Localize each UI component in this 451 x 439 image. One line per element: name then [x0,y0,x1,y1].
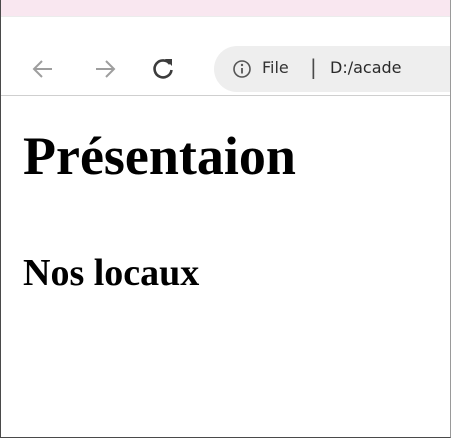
scheme-label: File [262,58,289,77]
reload-button[interactable] [147,53,179,85]
tab-strip [1,0,450,17]
omnibox-separator: | [310,55,317,79]
address-bar[interactable]: File | D:/acade [214,46,450,92]
browser-window: File | D:/acade Présentaion Nos locaux [0,0,451,438]
info-icon[interactable] [232,59,252,79]
page-content: Présentaion Nos locaux [1,96,450,437]
forward-button[interactable] [89,53,121,85]
section-heading: Nos locaux [23,252,200,294]
forward-arrow-icon [96,60,116,78]
back-arrow-icon [32,60,52,78]
page-title: Présentaion [23,126,296,186]
back-button[interactable] [27,53,59,85]
reload-icon [153,59,173,79]
browser-toolbar: File | D:/acade [1,17,450,96]
url-text[interactable]: D:/acade [330,57,402,79]
